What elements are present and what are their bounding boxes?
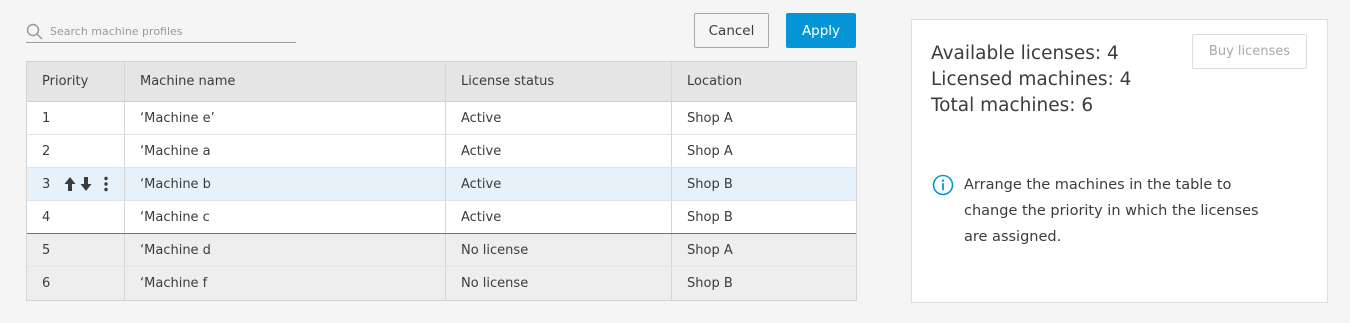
available-licenses: Available licenses: 4 — [931, 43, 1119, 64]
license-summary-panel: Available licenses: 4 Licensed machines:… — [911, 19, 1328, 303]
location-cell: Shop B — [687, 276, 733, 291]
machine-table: Priority Machine name License status Loc… — [26, 61, 857, 301]
priority-cell: 3 — [27, 168, 125, 200]
table-row-unlicensed[interactable]: 5 ‘Machine d No license Shop A — [27, 234, 856, 267]
priority-cell: 6 — [27, 267, 125, 300]
priority-cell: 1 — [27, 102, 125, 134]
machine-name-cell: ‘Machine e’ — [125, 102, 446, 134]
license-status-cell: No license — [446, 234, 672, 266]
priority-cell: 4 — [27, 201, 125, 233]
info-icon — [932, 174, 954, 196]
info-text: Arrange the machines in the table to cha… — [964, 177, 1259, 245]
table-header: Priority Machine name License status Loc… — [27, 62, 856, 102]
table-row[interactable]: 4 ‘Machine c Active Shop B — [27, 201, 856, 234]
arrow-down-icon[interactable] — [80, 176, 92, 192]
search-input[interactable] — [50, 24, 280, 38]
machine-name-cell: ‘Machine c — [125, 201, 446, 233]
buy-licenses-button[interactable]: Buy licenses — [1192, 34, 1307, 69]
row-reorder-tools — [64, 176, 108, 192]
machine-name-cell: ‘Machine b — [125, 168, 446, 200]
license-status-cell: No license — [446, 267, 672, 300]
total-machines: Total machines: 6 — [931, 95, 1094, 116]
column-header-location[interactable]: Location — [672, 62, 856, 101]
location-cell: Shop B — [687, 209, 733, 225]
table-row[interactable]: 1 ‘Machine e’ Active Shop A — [27, 102, 856, 135]
license-status-cell: Active — [446, 201, 672, 233]
info-message: Arrange the machines in the table to cha… — [932, 172, 1284, 250]
priority-value: 3 — [42, 176, 51, 192]
priority-cell: 5 — [27, 234, 125, 266]
location-cell: Shop A — [687, 143, 733, 159]
search-icon — [26, 23, 43, 40]
table-row-selected[interactable]: 3 ‘Machine b Active Shop B — [27, 168, 856, 201]
location-cell: Shop B — [687, 176, 733, 192]
kebab-menu-icon[interactable] — [104, 176, 108, 192]
machine-name-cell: ‘Machine d — [125, 234, 446, 266]
location-cell: Shop A — [687, 242, 733, 258]
licensed-machines: Licensed machines: 4 — [931, 69, 1132, 90]
license-stats: Available licenses: 4 Licensed machines:… — [931, 41, 1131, 119]
machine-name-cell: ‘Machine a — [125, 135, 446, 167]
column-header-license-status[interactable]: License status — [446, 62, 672, 101]
arrow-up-icon[interactable] — [64, 176, 76, 192]
license-status-cell: Active — [446, 135, 672, 167]
priority-cell: 2 — [27, 135, 125, 167]
cancel-button[interactable]: Cancel — [694, 13, 769, 48]
machine-name-cell: ‘Machine f — [125, 267, 446, 300]
table-row-unlicensed[interactable]: 6 ‘Machine f No license Shop B — [27, 267, 856, 300]
license-status-cell: Active — [446, 102, 672, 134]
license-status-cell: Active — [446, 168, 672, 200]
apply-button[interactable]: Apply — [786, 13, 856, 48]
location-cell: Shop A — [687, 110, 733, 126]
column-header-priority[interactable]: Priority — [27, 62, 125, 101]
search-field[interactable] — [26, 20, 296, 43]
column-header-machine-name[interactable]: Machine name — [125, 62, 446, 101]
table-row[interactable]: 2 ‘Machine a Active Shop A — [27, 135, 856, 168]
